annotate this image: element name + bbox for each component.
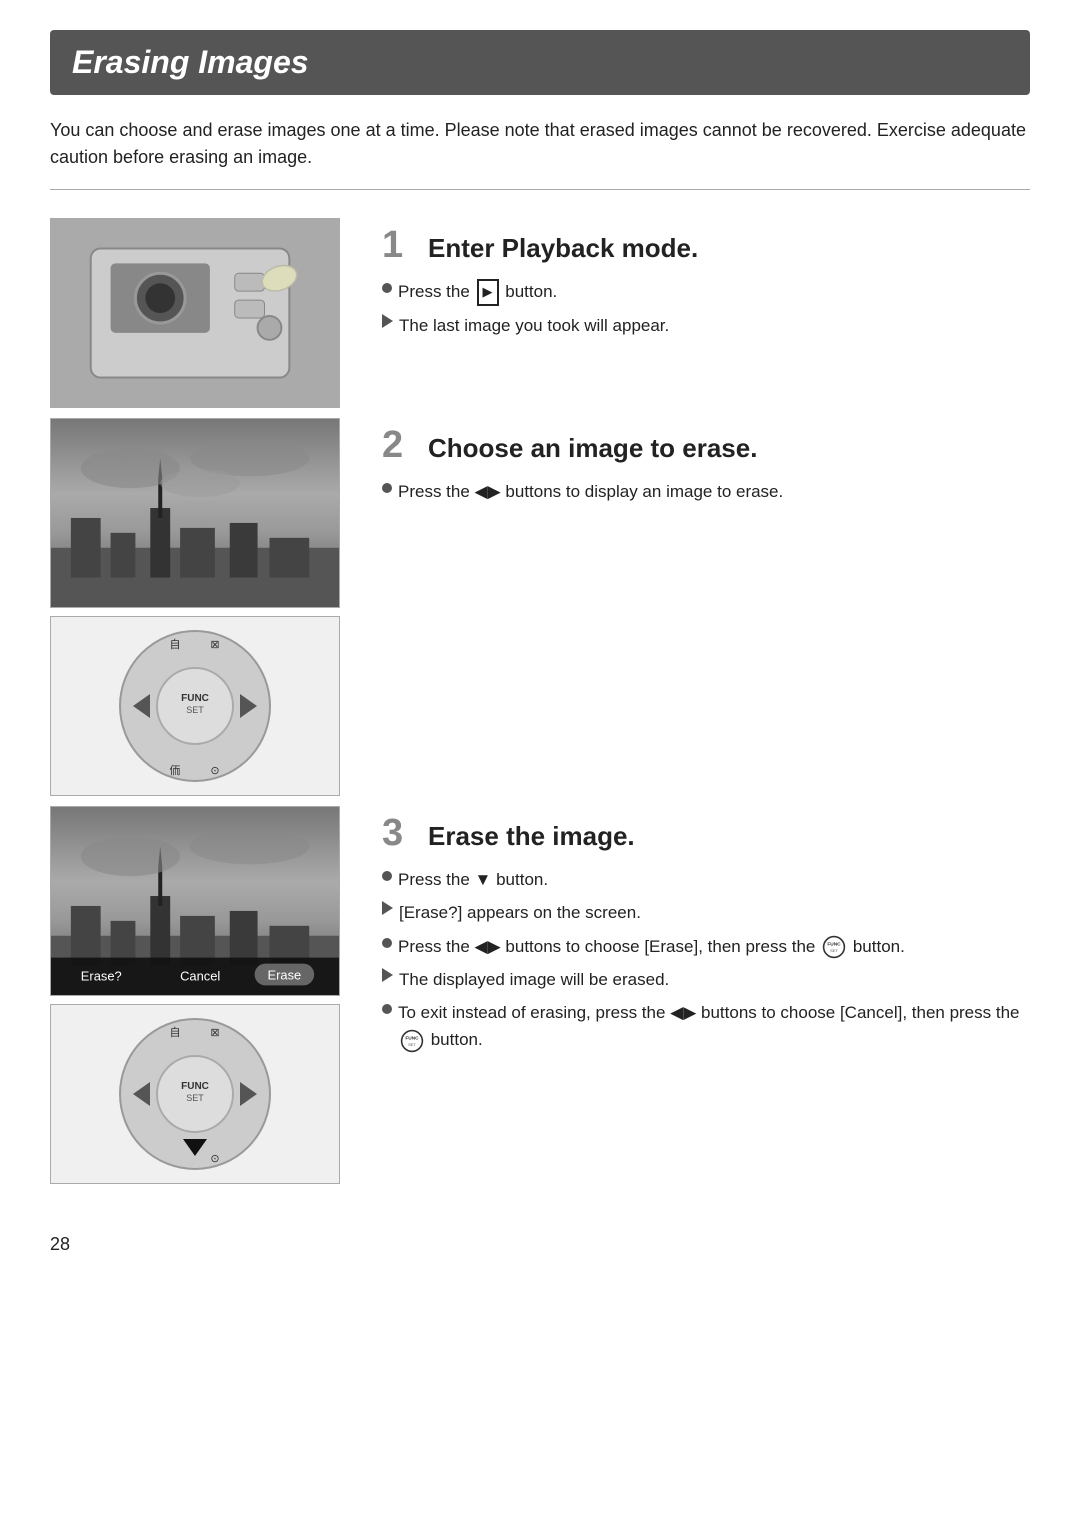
svg-text:⊙: ⊙ bbox=[210, 1153, 219, 1165]
step-3-bullet-3-text: Press the ◀▶ buttons to choose [Erase], … bbox=[398, 933, 1030, 960]
step-3-number: 3 bbox=[382, 814, 418, 852]
svg-text:FUNC: FUNC bbox=[181, 693, 209, 704]
step-3-bullet-4-text: The displayed image will be erased. bbox=[399, 966, 1030, 993]
step-2-content: 2 Choose an image to erase. Press the ◀▶… bbox=[350, 418, 1030, 511]
dial-container: FUNC SET 自 ⊠ 侕 ⊙ bbox=[51, 617, 339, 795]
step-3-bullet-2: [Erase?] appears on the screen. bbox=[382, 899, 1030, 926]
step-3-bullet-5-text: To exit instead of erasing, press the ◀▶… bbox=[398, 999, 1030, 1053]
triangle-icon bbox=[382, 901, 393, 915]
bullet-circle-icon bbox=[382, 1004, 392, 1014]
step-2-dial-image: FUNC SET 自 ⊠ 侕 ⊙ bbox=[50, 616, 340, 796]
steps-container: 1 Enter Playback mode. Press the ▶ butto… bbox=[50, 218, 1030, 1194]
step-2-images: FUNC SET 自 ⊠ 侕 ⊙ bbox=[50, 418, 350, 796]
bullet-circle-icon bbox=[382, 938, 392, 948]
svg-text:SET: SET bbox=[186, 705, 204, 715]
triangle-icon bbox=[382, 968, 393, 982]
func-dial-svg: FUNC SET 自 ⊠ 侕 ⊙ bbox=[115, 626, 275, 786]
step-2-number: 2 bbox=[382, 426, 418, 464]
step-2-bullet-1-text: Press the ◀▶ buttons to display an image… bbox=[398, 478, 1030, 505]
step-3-body: Press the ▼ button. [Erase?] appears on … bbox=[382, 866, 1030, 1053]
svg-text:FUNC: FUNC bbox=[405, 1035, 419, 1041]
svg-text:SET: SET bbox=[408, 1041, 416, 1046]
bullet-circle-icon bbox=[382, 871, 392, 881]
page-title-bar: Erasing Images bbox=[50, 30, 1030, 95]
step-2-bullet-1: Press the ◀▶ buttons to display an image… bbox=[382, 478, 1030, 505]
playback-button-icon: ▶ bbox=[477, 279, 499, 306]
svg-text:自: 自 bbox=[170, 638, 181, 651]
page-title: Erasing Images bbox=[72, 44, 1008, 81]
svg-text:SET: SET bbox=[830, 948, 838, 953]
step-1-number: 1 bbox=[382, 226, 418, 264]
svg-text:Erase: Erase bbox=[268, 967, 302, 982]
divider bbox=[50, 189, 1030, 190]
step-3-bullet-5: To exit instead of erasing, press the ◀▶… bbox=[382, 999, 1030, 1053]
step-3-bullet-2-text: [Erase?] appears on the screen. bbox=[399, 899, 1030, 926]
svg-text:⊙: ⊙ bbox=[210, 765, 219, 777]
step-3-sky-image: Erase? Cancel Erase bbox=[50, 806, 340, 996]
svg-text:Cancel: Cancel bbox=[180, 968, 220, 983]
step-3-bullet-3: Press the ◀▶ buttons to choose [Erase], … bbox=[382, 933, 1030, 960]
triangle-icon bbox=[382, 314, 393, 328]
step-2-body: Press the ◀▶ buttons to display an image… bbox=[382, 478, 1030, 505]
svg-text:Erase?: Erase? bbox=[81, 968, 122, 983]
step-3-bullet-1: Press the ▼ button. bbox=[382, 866, 1030, 893]
step-1-header: 1 Enter Playback mode. bbox=[382, 226, 1030, 264]
step-3-bullet-4: The displayed image will be erased. bbox=[382, 966, 1030, 993]
step-3-header: 3 Erase the image. bbox=[382, 814, 1030, 852]
step-1-row: 1 Enter Playback mode. Press the ▶ butto… bbox=[50, 218, 1030, 408]
step-1-bullet-2: The last image you took will appear. bbox=[382, 312, 1030, 339]
step-2-sky-image bbox=[50, 418, 340, 608]
step-1-images bbox=[50, 218, 350, 408]
svg-text:⊠: ⊠ bbox=[210, 639, 219, 651]
intro-text: You can choose and erase images one at a… bbox=[50, 117, 1030, 171]
step-2-header: 2 Choose an image to erase. bbox=[382, 426, 1030, 464]
svg-text:侕: 侕 bbox=[170, 764, 181, 777]
bullet-circle-icon bbox=[382, 283, 392, 293]
bullet-circle-icon bbox=[382, 483, 392, 493]
step-3-content: 3 Erase the image. Press the ▼ button. [… bbox=[350, 806, 1030, 1059]
step-1-bullet-2-text: The last image you took will appear. bbox=[399, 312, 1030, 339]
step-1-bullet-1-text: Press the ▶ button. bbox=[398, 278, 1030, 306]
svg-text:自: 自 bbox=[170, 1026, 181, 1039]
step-3-row: Erase? Cancel Erase FUNC SET bbox=[50, 806, 1030, 1184]
step-1-bullet-1: Press the ▶ button. bbox=[382, 278, 1030, 306]
step-3-dial-image: FUNC SET 自 ⊠ ⊙ bbox=[50, 1004, 340, 1184]
step-2-row: FUNC SET 自 ⊠ 侕 ⊙ bbox=[50, 418, 1030, 796]
step-3-images: Erase? Cancel Erase FUNC SET bbox=[50, 806, 350, 1184]
step-1-camera-image bbox=[50, 218, 340, 408]
svg-text:FUNC: FUNC bbox=[827, 941, 841, 947]
func-dial-svg-2: FUNC SET 自 ⊠ ⊙ bbox=[115, 1014, 275, 1174]
step-1-content: 1 Enter Playback mode. Press the ▶ butto… bbox=[350, 218, 1030, 345]
svg-text:SET: SET bbox=[186, 1093, 204, 1103]
step-1-body: Press the ▶ button. The last image you t… bbox=[382, 278, 1030, 339]
step-3-title: Erase the image. bbox=[428, 821, 635, 852]
dial-container-2: FUNC SET 自 ⊠ ⊙ bbox=[51, 1005, 339, 1183]
page-number: 28 bbox=[50, 1234, 1030, 1255]
step-1-title: Enter Playback mode. bbox=[428, 233, 698, 264]
svg-text:FUNC: FUNC bbox=[181, 1081, 209, 1092]
step-3-bullet-1-text: Press the ▼ button. bbox=[398, 866, 1030, 893]
svg-text:⊠: ⊠ bbox=[210, 1027, 219, 1039]
step-2-title: Choose an image to erase. bbox=[428, 433, 757, 464]
